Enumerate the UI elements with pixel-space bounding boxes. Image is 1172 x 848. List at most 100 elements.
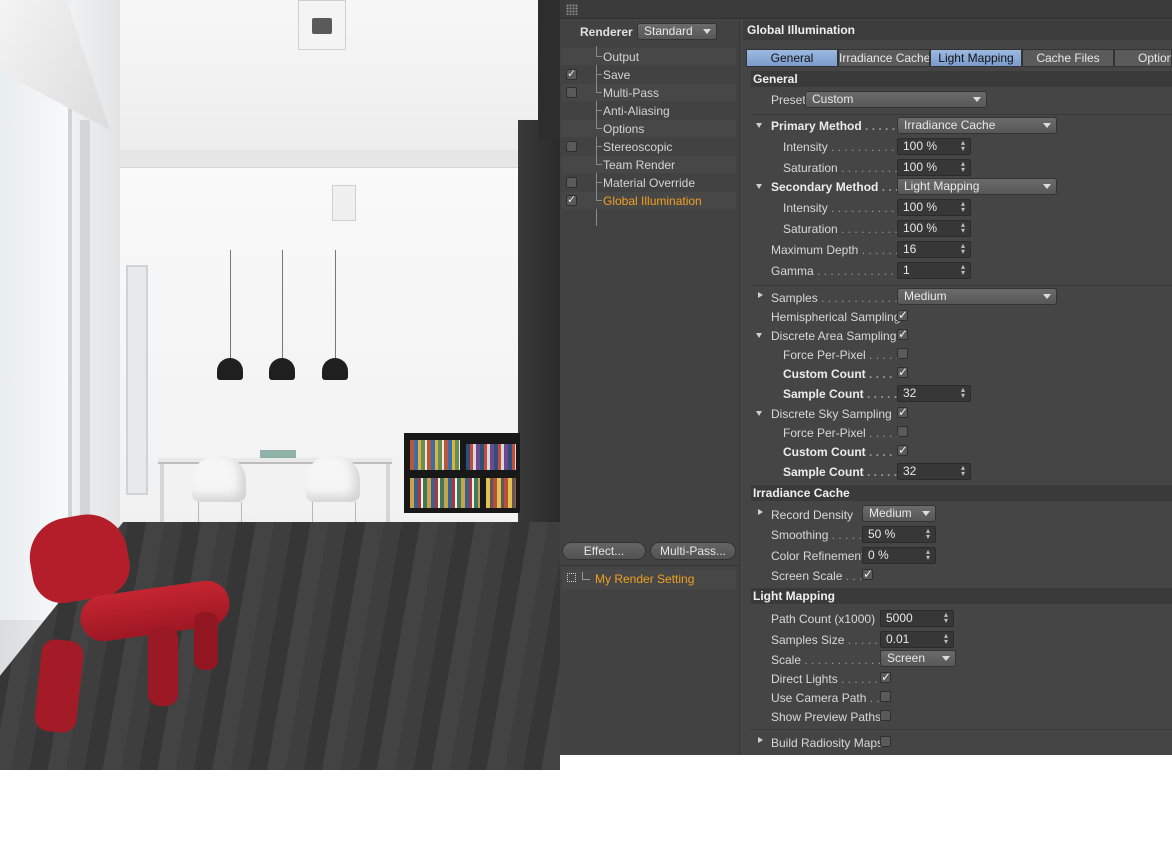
secondary-intensity-field[interactable]: 100 % ▴ ▾	[897, 199, 971, 216]
spinner-icon[interactable]: ▴ ▾	[960, 242, 966, 256]
tree-item-team-render[interactable]: Team Render	[562, 156, 736, 173]
spinner-icon[interactable]: ▴ ▾	[960, 263, 966, 277]
intensity-text: Intensity	[783, 140, 828, 154]
spinner-icon[interactable]: ▴ ▾	[960, 200, 966, 214]
tree-item-options[interactable]: Options	[562, 120, 736, 137]
tab-general[interactable]: General	[746, 49, 838, 67]
tree-item-global-illumination[interactable]: ✓ Global Illumination	[562, 192, 736, 209]
hemispherical-checkbox[interactable]: ✓	[897, 309, 908, 321]
smoothing-field[interactable]: 50 % ▴ ▾	[862, 526, 936, 543]
build-radiosity-checkbox[interactable]	[880, 736, 891, 747]
render-setting-item[interactable]: My Render Setting	[562, 569, 736, 589]
white-chair	[306, 456, 360, 502]
tree-checkbox[interactable]: ✓	[566, 69, 577, 80]
tab-light-mapping[interactable]: Light Mapping	[930, 49, 1022, 67]
tree-item-output[interactable]: Output	[562, 48, 736, 65]
samples-size-text: Samples Size	[771, 633, 845, 647]
spinner-icon[interactable]: ▴ ▾	[943, 632, 949, 646]
color-refinement-field[interactable]: 0 % ▴ ▾	[862, 547, 936, 564]
discrete-area-checkbox[interactable]: ✓	[897, 328, 908, 340]
preset-value: Custom	[812, 92, 854, 106]
pendant-cord	[282, 250, 283, 362]
chevron-down-icon	[922, 511, 930, 516]
tree-item-label: Save	[603, 68, 631, 82]
collapse-triangle-icon[interactable]	[756, 333, 762, 338]
effect-button[interactable]: Effect...	[562, 542, 646, 560]
record-density-dropdown[interactable]: Medium	[862, 505, 936, 522]
panel-title: Global Illumination	[743, 20, 1172, 40]
tree-item-anti-aliasing[interactable]: Anti-Aliasing	[562, 102, 736, 119]
scale-label: Scale . . . . . . . . . . . .	[771, 653, 882, 667]
tree-checkbox[interactable]: ✓	[566, 195, 577, 206]
expand-triangle-icon[interactable]	[758, 737, 763, 743]
multi-pass-button[interactable]: Multi-Pass...	[650, 542, 736, 560]
primary-intensity-field[interactable]: 100 % ▴ ▾	[897, 138, 971, 155]
tab-options[interactable]: Options	[1114, 49, 1172, 67]
grip-icon[interactable]	[566, 4, 578, 15]
area-custom-count-checkbox[interactable]: ✓	[897, 366, 908, 378]
secondary-method-label: Secondary Method . . .	[771, 180, 899, 194]
tab-irradiance-cache[interactable]: Irradiance Cache	[838, 49, 930, 67]
primary-saturation-label: Saturation . . . . . . . . . .	[783, 161, 905, 175]
spinner-icon[interactable]: ▴ ▾	[960, 386, 966, 400]
tree-item-label: Stereoscopic	[603, 140, 673, 154]
tree-branch	[596, 156, 602, 165]
tree-item-multi-pass[interactable]: Multi-Pass	[562, 84, 736, 101]
use-camera-path-label: Use Camera Path . . .	[771, 691, 887, 705]
samples-size-value: 0.01	[886, 632, 910, 646]
primary-method-dropdown[interactable]: Irradiance Cache	[897, 117, 1057, 134]
spinner-icon[interactable]: ▴ ▾	[960, 160, 966, 174]
expand-triangle-icon[interactable]	[758, 292, 763, 298]
area-force-per-pixel-checkbox[interactable]	[897, 348, 908, 359]
discrete-sky-checkbox[interactable]: ✓	[897, 406, 908, 418]
renderer-value: Standard	[644, 24, 693, 38]
sky-force-per-pixel-checkbox[interactable]	[897, 426, 908, 437]
area-sample-count-field[interactable]: 32 ▴ ▾	[897, 385, 971, 402]
primary-saturation-field[interactable]: 100 % ▴ ▾	[897, 159, 971, 176]
pendant-cord	[230, 250, 231, 362]
max-depth-field[interactable]: 16 ▴ ▾	[897, 241, 971, 258]
show-preview-paths-checkbox[interactable]	[880, 710, 891, 721]
hemispherical-label: Hemispherical Sampling	[771, 310, 901, 324]
gamma-value: 1	[903, 263, 910, 277]
window-title-strip	[560, 0, 1172, 19]
secondary-saturation-field[interactable]: 100 % ▴ ▾	[897, 220, 971, 237]
spinner-icon[interactable]: ▴ ▾	[943, 611, 949, 625]
sky-custom-count-checkbox[interactable]: ✓	[897, 444, 908, 456]
area-force-per-pixel-label: Force Per-Pixel . . . . .	[783, 348, 900, 362]
collapse-triangle-icon[interactable]	[756, 184, 762, 189]
path-count-field[interactable]: 5000 ▴ ▾	[880, 610, 954, 627]
samples-size-field[interactable]: 0.01 ▴ ▾	[880, 631, 954, 648]
render-preview-image	[0, 0, 560, 770]
spinner-icon[interactable]: ▴ ▾	[960, 464, 966, 478]
preset-dropdown[interactable]: Custom	[805, 91, 987, 108]
renderer-dropdown[interactable]: Standard	[637, 23, 717, 40]
samples-dropdown[interactable]: Medium	[897, 288, 1057, 305]
books	[486, 478, 516, 508]
secondary-method-dropdown[interactable]: Light Mapping	[897, 178, 1057, 195]
pendant-lamp	[269, 358, 295, 380]
tree-item-save[interactable]: ✓ Save	[562, 66, 736, 83]
screen-scale-checkbox[interactable]: ✓	[862, 568, 873, 580]
spinner-icon[interactable]: ▴ ▾	[960, 221, 966, 235]
scale-dropdown[interactable]: Screen	[880, 650, 956, 667]
tree-checkbox[interactable]	[566, 141, 577, 152]
use-camera-path-checkbox[interactable]	[880, 691, 891, 702]
spinner-icon[interactable]: ▴ ▾	[960, 139, 966, 153]
sky-sample-count-field[interactable]: 32 ▴ ▾	[897, 463, 971, 480]
tree-item-material-override[interactable]: Material Override	[562, 174, 736, 191]
expand-triangle-icon[interactable]	[758, 509, 763, 515]
tree-checkbox[interactable]	[566, 177, 577, 188]
smoothing-text: Smoothing	[771, 528, 829, 542]
spinner-icon[interactable]: ▴ ▾	[925, 527, 931, 541]
spinner-icon[interactable]: ▴ ▾	[925, 548, 931, 562]
tree-item-stereoscopic[interactable]: Stereoscopic	[562, 138, 736, 155]
collapse-triangle-icon[interactable]	[756, 411, 762, 416]
tab-cache-files[interactable]: Cache Files	[1022, 49, 1114, 67]
gamma-field[interactable]: 1 ▴ ▾	[897, 262, 971, 279]
tree-checkbox[interactable]	[566, 87, 577, 98]
area-custom-count-label: Custom Count . . . .	[783, 367, 893, 381]
direct-lights-checkbox[interactable]: ✓	[880, 671, 891, 683]
section-general: General	[751, 71, 1172, 87]
collapse-triangle-icon[interactable]	[756, 123, 762, 128]
